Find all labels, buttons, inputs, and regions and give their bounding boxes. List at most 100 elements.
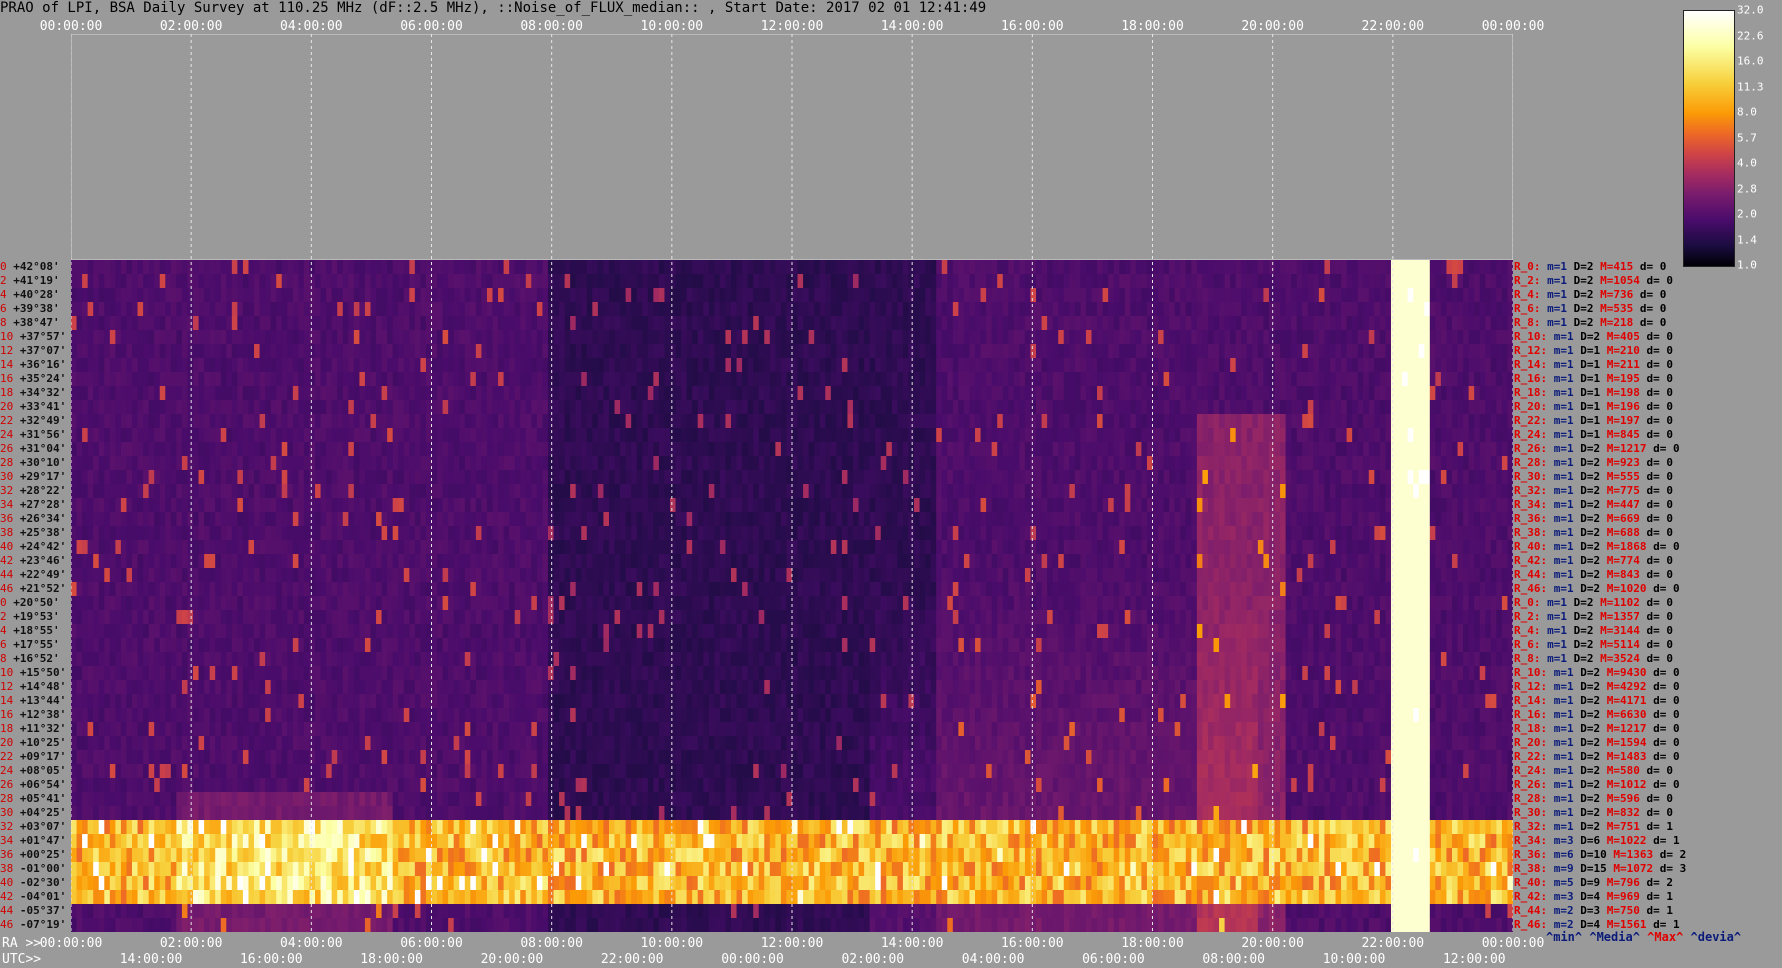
utc-tick-label: 14:00:00 [119, 952, 183, 967]
row-index: 16 [0, 708, 14, 721]
row-index: 4 [0, 288, 7, 301]
row-stat: R_30: m=1 D=2 M=832 d= 0 [1514, 806, 1673, 819]
colorbar-tick-label: 8.0 [1737, 105, 1757, 119]
row-index: 8 [0, 652, 7, 665]
row-stat-d2: D=2 [1580, 582, 1601, 595]
row-stat-M: M=1102 [1600, 596, 1640, 609]
row-index: 0 [0, 596, 7, 609]
colorbar-tick-label: 32.0 [1737, 3, 1764, 17]
declination-value: +22°49' [19, 568, 67, 581]
row-index: 12 [0, 680, 14, 693]
declination-value: +28°22' [19, 484, 67, 497]
row-stat: R_10: m=1 D=2 M=9430 d= 0 [1514, 666, 1680, 679]
row-stat-r: R_46: [1514, 918, 1548, 931]
row-index: 32 [0, 484, 14, 497]
row-index: 0 [0, 260, 7, 273]
row-stat-d2: D=4 [1580, 890, 1601, 903]
utc-tick-label: 22:00:00 [600, 952, 664, 967]
row-stat-m: m=1 [1553, 512, 1574, 525]
row-index: 36 [0, 848, 14, 861]
row-index: 46 [0, 582, 14, 595]
row-stat-r: R_0: [1514, 260, 1541, 273]
row-stat-r: R_6: [1514, 302, 1541, 315]
row-stat-M: M=1020 [1606, 582, 1647, 595]
utc-tick-label: 20:00:00 [480, 952, 544, 967]
ra-tick-label: 22:00:00 [1361, 936, 1425, 951]
top-tick-label: 08:00:00 [520, 19, 583, 34]
dec-tick-label: 32 +03°07' [0, 820, 70, 833]
row-stat-r: R_6: [1514, 638, 1541, 651]
row-stat-d2: D=2 [1580, 736, 1601, 749]
dec-tick-label: 18 +11°32' [0, 722, 70, 735]
declination-value: +31°56' [19, 428, 67, 441]
row-stat-m: m=3 [1553, 834, 1574, 847]
declination-value: +38°47' [13, 316, 60, 329]
row-stat-d2: D=2 [1580, 680, 1601, 693]
row-stat-M: M=1594 [1606, 736, 1647, 749]
declination-value: +42°08' [13, 260, 60, 273]
row-stat-m: m=1 [1553, 764, 1574, 777]
row-stat-dv: d= 0 [1646, 386, 1674, 399]
row-stat-m: m=1 [1553, 582, 1574, 595]
ra-tick-label: 08:00:00 [520, 936, 583, 951]
colorbar-tick-label: 11.3 [1737, 80, 1764, 93]
row-stat-M: M=923 [1606, 456, 1640, 469]
row-stat-m: m=1 [1547, 624, 1567, 637]
top-tick-label: 20:00:00 [1241, 19, 1304, 34]
declination-value: +16°52' [13, 652, 60, 665]
dec-tick-label: 20 +33°41' [0, 400, 70, 413]
declination-value: +30°10' [19, 456, 67, 469]
row-stat-r: R_40: [1514, 876, 1548, 889]
declination-value: +25°38' [19, 526, 67, 539]
row-stat-d2: D=2 [1580, 456, 1601, 469]
row-stat-M: M=4292 [1606, 680, 1647, 693]
row-stat-dv: d= 0 [1639, 288, 1667, 301]
row-stat: R_4: m=1 D=2 M=736 d= 0 [1514, 288, 1666, 301]
declination-value: -01°00' [19, 862, 67, 875]
top-tick-label: 12:00:00 [760, 19, 824, 34]
utc-tick-label: 06:00:00 [1082, 952, 1145, 967]
ra-tick-label: 06:00:00 [400, 936, 463, 951]
row-stat: R_0: m=1 D=2 M=415 d= 0 [1514, 260, 1666, 273]
row-stat-m: m=1 [1553, 442, 1574, 455]
row-stat-m: m=1 [1553, 568, 1574, 581]
row-index: 32 [0, 820, 14, 833]
row-stat-m: m=1 [1553, 708, 1574, 721]
row-stat-M: M=1072 [1613, 862, 1654, 875]
row-stat-M: M=1012 [1606, 778, 1647, 791]
top-tick-label: 16:00:00 [1001, 19, 1064, 34]
dec-tick-label: 0 +20°50' [0, 596, 70, 609]
row-stat-dv: d= 2 [1659, 848, 1687, 861]
ra-tick-label: 10:00:00 [640, 936, 704, 951]
row-stat-d2: D=2 [1573, 302, 1594, 315]
row-stat-d2: D=2 [1580, 526, 1601, 539]
ra-tick-label: 00:00:00 [1481, 936, 1545, 951]
row-stat-m: m=1 [1547, 316, 1567, 329]
row-index: 40 [0, 876, 14, 889]
dec-tick-label: 36 +26°34' [0, 512, 70, 525]
dec-tick-label: 4 +40°28' [0, 288, 70, 301]
dec-tick-label: 26 +31°04' [0, 442, 70, 455]
dec-tick-label: 36 +00°25' [0, 848, 70, 861]
row-index: 34 [0, 498, 14, 511]
dec-tick-label: 20 +10°25' [0, 736, 70, 749]
row-stat: R_44: m=1 D=2 M=843 d= 0 [1514, 568, 1673, 581]
row-stat-dv: d= 0 [1646, 638, 1674, 651]
row-index: 18 [0, 386, 14, 399]
stat-legend: ^min^ ^Media^ ^Max^ ^devia^ [1546, 930, 1741, 944]
dec-tick-label: 10 +15°50' [0, 666, 70, 679]
declination-value: +26°34' [19, 512, 67, 525]
utc-tick-label: 02:00:00 [841, 952, 905, 967]
row-stat-dv: d= 0 [1646, 414, 1674, 427]
row-stat-M: M=774 [1606, 554, 1640, 567]
row-index: 10 [0, 666, 14, 679]
row-stat-dv: d= 1 [1646, 820, 1674, 833]
dec-tick-label: 30 +04°25' [0, 806, 70, 819]
declination-value: -04°01' [19, 890, 67, 903]
row-stat: R_18: m=1 D=1 M=198 d= 0 [1514, 386, 1673, 399]
row-stat-r: R_44: [1514, 904, 1548, 917]
row-stat: R_40: m=5 D=9 M=796 d= 2 [1514, 876, 1673, 889]
row-index: 2 [0, 274, 7, 287]
ra-tick-label: 12:00:00 [760, 936, 824, 951]
row-stat-M: M=218 [1600, 316, 1634, 329]
